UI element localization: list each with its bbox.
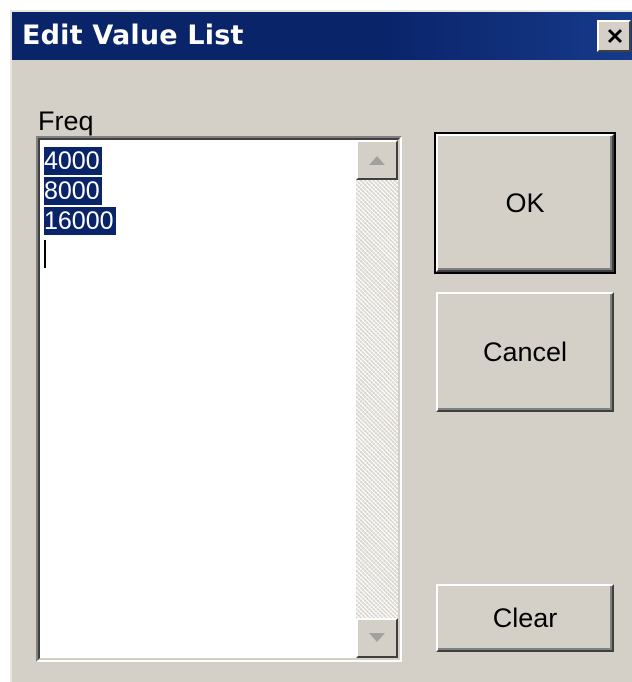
chevron-up-icon: [369, 156, 385, 165]
edit-value-list-dialog: Edit Value List Freq 4000 8000 16000 OK …: [10, 10, 632, 682]
cancel-button[interactable]: Cancel: [436, 292, 614, 412]
text-caret: [44, 240, 46, 268]
value-list-content[interactable]: 4000 8000 16000: [44, 146, 116, 236]
ok-button[interactable]: OK: [434, 132, 616, 274]
freq-label: Freq: [38, 106, 94, 136]
scroll-down-button[interactable]: [356, 618, 398, 658]
chevron-down-icon: [369, 633, 385, 642]
list-item[interactable]: 8000: [44, 176, 116, 206]
list-item[interactable]: 4000: [44, 146, 116, 176]
close-icon: [607, 28, 623, 44]
list-item[interactable]: 16000: [44, 206, 116, 236]
value-list-textarea[interactable]: 4000 8000 16000: [38, 138, 400, 660]
scroll-up-button[interactable]: [356, 140, 398, 180]
clear-button[interactable]: Clear: [436, 584, 614, 652]
value-list-box[interactable]: 4000 8000 16000: [36, 136, 402, 662]
title-bar[interactable]: Edit Value List: [12, 12, 632, 60]
list-item-value: 8000: [44, 177, 102, 205]
close-button[interactable]: [597, 20, 631, 52]
list-item-value: 4000: [44, 147, 102, 175]
dialog-title: Edit Value List: [22, 20, 244, 51]
vertical-scrollbar[interactable]: [356, 140, 398, 658]
list-item-value: 16000: [44, 207, 116, 235]
